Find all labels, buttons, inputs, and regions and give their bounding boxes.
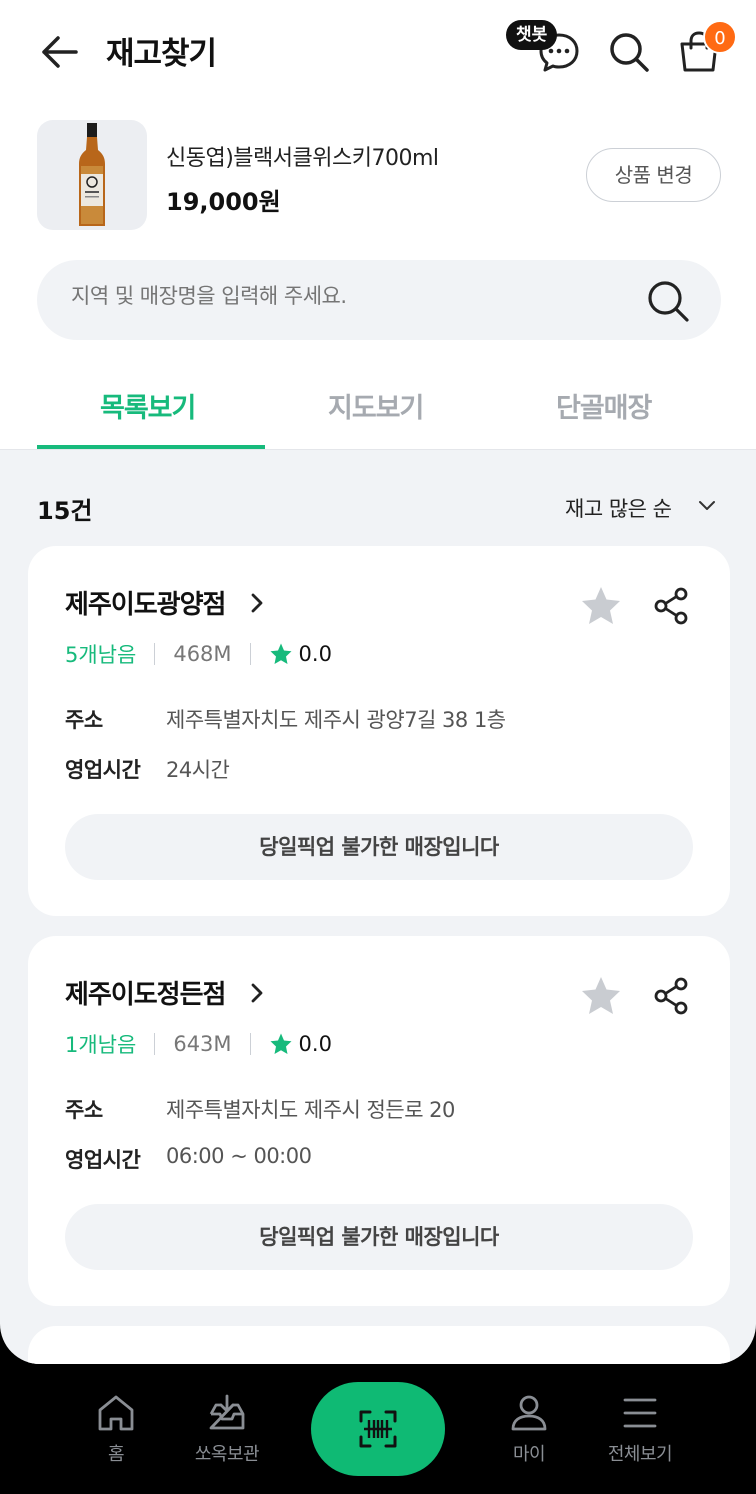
chevron-down-icon[interactable]	[698, 497, 716, 515]
star-favorite-icon[interactable]	[579, 974, 623, 1018]
active-tab-indicator	[37, 445, 265, 449]
nav-label: 마이	[512, 1444, 546, 1465]
pickup-unavailable-button[interactable]: 당일픽업 불가한 매장입니다	[65, 1204, 693, 1270]
bottom-navigation: 홈 쏘옥보관 마이 전체보기	[0, 1364, 756, 1494]
store-card[interactable]: 제주이도정든점 1개남음 643M 0.0 주소 제주특별자치도 제주시 정든로…	[28, 936, 730, 1306]
tab-favorite-stores[interactable]: 단골매장	[556, 386, 652, 425]
pickup-unavailable-button[interactable]: 당일픽업 불가한 매장입니다	[65, 814, 693, 880]
menu-icon	[623, 1398, 657, 1428]
result-count: 15건	[37, 497, 93, 525]
store-card[interactable]: 제주이도광양점 5개남음 468M 0.0 주소 제주특별자치도 제주시 광양7…	[28, 546, 730, 916]
store-rating: 0.0	[298, 642, 332, 666]
share-icon[interactable]	[652, 586, 690, 626]
whisky-bottle-image	[79, 123, 105, 226]
search-button[interactable]	[607, 30, 651, 74]
product-name: 신동엽)블랙서클위스키700ml	[166, 146, 439, 171]
nav-storage[interactable]: 쏘옥보관	[177, 1392, 277, 1466]
product-image	[37, 120, 147, 230]
store-hours: 06:00 ~ 00:00	[166, 1144, 312, 1168]
store-meta: 1개남음 643M 0.0	[65, 1029, 332, 1059]
rating-star-icon	[270, 1033, 292, 1054]
store-search-input[interactable]	[71, 284, 631, 308]
page-title: 재고찾기	[106, 36, 217, 72]
barcode-scan-button[interactable]	[311, 1382, 445, 1476]
hours-label: 영업시간	[65, 758, 141, 782]
tab-map-view[interactable]: 지도보기	[328, 386, 424, 425]
star-favorite-icon[interactable]	[579, 584, 623, 628]
chevron-right-icon	[251, 593, 263, 613]
divider	[154, 643, 156, 665]
nav-label: 전체보기	[607, 1444, 673, 1465]
stock-remaining: 1개남음	[65, 1033, 137, 1057]
sort-dropdown[interactable]: 재고 많은 순	[565, 493, 672, 523]
chatbot-badge[interactable]: 챗봇	[506, 20, 558, 50]
tab-list-view[interactable]: 목록보기	[100, 386, 196, 425]
top-section: 재고찾기 챗봇 0 신동엽)블랙서클위스키700ml 19,000원 상품 변경…	[0, 0, 756, 450]
store-hours: 24시간	[166, 758, 230, 782]
app-screen: 재고찾기 챗봇 0 신동엽)블랙서클위스키700ml 19,000원 상품 변경…	[0, 0, 756, 1364]
store-name[interactable]: 제주이도정든점	[65, 974, 226, 1011]
address-label: 주소	[65, 1098, 103, 1122]
arrow-left-icon	[42, 36, 78, 68]
home-icon	[98, 1395, 134, 1431]
store-name[interactable]: 제주이도광양점	[65, 584, 226, 621]
hours-label: 영업시간	[65, 1148, 141, 1172]
nav-all-menu[interactable]: 전체보기	[590, 1392, 690, 1466]
search-icon	[610, 33, 649, 72]
store-rating: 0.0	[298, 1032, 332, 1056]
product-price: 19,000원	[166, 188, 281, 216]
chevron-right-icon	[251, 983, 263, 1003]
store-search-bar	[37, 260, 721, 340]
store-distance: 468M	[173, 642, 232, 666]
divider	[249, 643, 251, 665]
divider	[154, 1033, 156, 1055]
nav-home[interactable]: 홈	[66, 1392, 166, 1466]
divider	[249, 1033, 251, 1055]
stock-remaining: 5개남음	[65, 643, 137, 667]
rating-star-icon	[270, 643, 292, 664]
store-address: 제주특별자치도 제주시 광양7길 38 1층	[166, 708, 506, 732]
nav-label: 홈	[107, 1444, 125, 1465]
store-address: 제주특별자치도 제주시 정든로 20	[166, 1098, 455, 1122]
store-card[interactable]	[28, 1326, 730, 1364]
person-icon	[511, 1395, 547, 1431]
address-label: 주소	[65, 708, 103, 732]
nav-my[interactable]: 마이	[479, 1392, 579, 1466]
store-distance: 643M	[173, 1032, 232, 1056]
search-icon[interactable]	[645, 278, 691, 324]
change-product-button[interactable]: 상품 변경	[586, 148, 721, 202]
share-icon[interactable]	[652, 976, 690, 1016]
storage-box-icon	[209, 1394, 245, 1430]
back-button[interactable]	[36, 30, 82, 74]
cart-count-badge: 0	[703, 20, 737, 54]
store-meta: 5개남음 468M 0.0	[65, 639, 332, 669]
nav-label: 쏘옥보관	[194, 1444, 260, 1465]
barcode-scan-icon	[359, 1410, 397, 1448]
